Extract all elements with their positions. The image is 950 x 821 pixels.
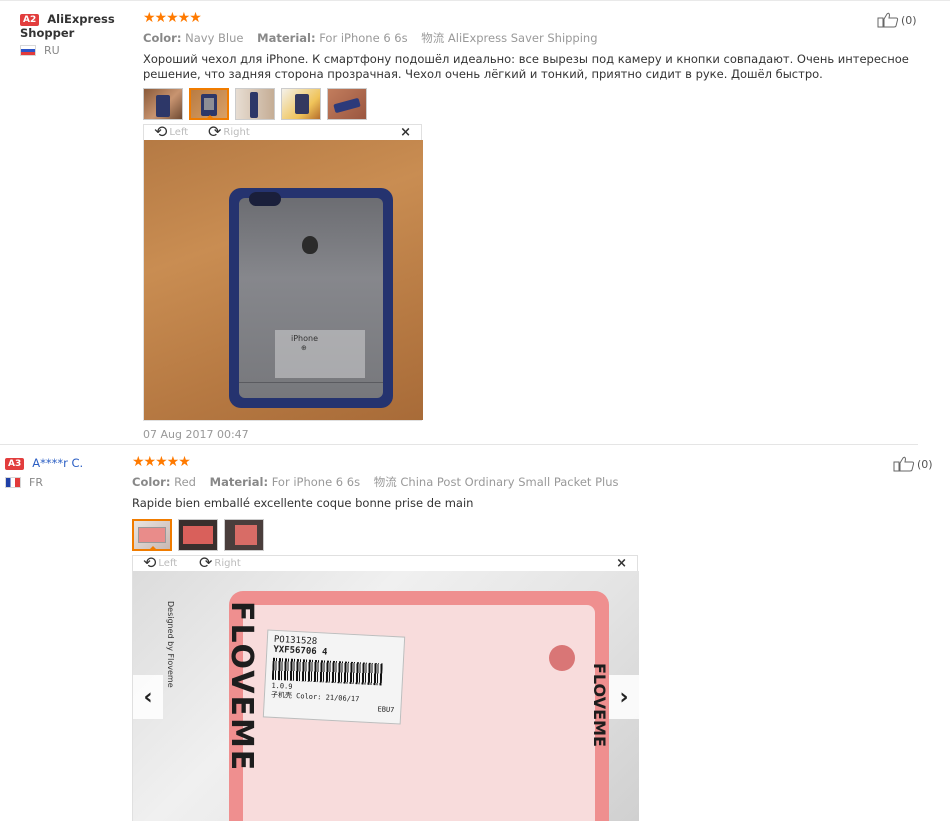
- helpful-count: (0): [901, 13, 917, 27]
- review-date: 07 Aug 2017 00:47: [143, 428, 249, 441]
- reviewer-country: FR: [5, 476, 130, 489]
- rotate-right-icon: ⟳: [208, 122, 222, 141]
- star-rating: ★★★★★: [132, 454, 191, 470]
- reviewer-info: A3 A****r C. FR: [5, 456, 130, 489]
- helpful-button[interactable]: (0): [893, 456, 933, 472]
- close-icon[interactable]: ×: [616, 556, 627, 571]
- photo-thumbnail[interactable]: [281, 88, 321, 120]
- review-photo[interactable]: FLOVEME Designed by Floveme FLOVEME PO13…: [133, 571, 639, 821]
- phone-model-subtext: ⊕: [301, 344, 307, 352]
- rotate-right-button[interactable]: ⟳ Right: [199, 553, 241, 572]
- photo-thumbnail[interactable]: [143, 88, 183, 120]
- barcode: [271, 657, 383, 686]
- color-value: Red: [174, 475, 196, 489]
- flag-icon: [20, 45, 36, 56]
- photo-thumbnail-active[interactable]: [132, 519, 172, 551]
- label-text: 子机壳 Color:: [270, 690, 322, 702]
- material-label: Material:: [257, 31, 316, 45]
- phone-label-sticker: [275, 330, 365, 378]
- flag-icon: [5, 477, 21, 488]
- reviewer-country: RU: [20, 44, 145, 57]
- shipping-value: AliExpress Saver Shipping: [447, 31, 598, 45]
- material-value: For iPhone 6 6s: [319, 31, 408, 45]
- photo-thumbnail[interactable]: [224, 519, 264, 551]
- photo-thumbnails: [132, 519, 912, 551]
- country-code: RU: [44, 44, 60, 57]
- phone-case: iPhone ⊕: [229, 188, 393, 408]
- photo-thumbnail[interactable]: [178, 519, 218, 551]
- level-badge: A3: [5, 458, 25, 470]
- reviewer-name-line2[interactable]: Shopper: [20, 26, 145, 40]
- thumbs-up-icon: [893, 456, 915, 472]
- shipping-label: 物流: [421, 31, 445, 45]
- photo-thumbnail[interactable]: [235, 88, 275, 120]
- photo-viewer-toolbar: ⟲ Left ⟳ Right ×: [133, 553, 637, 572]
- shipping-value: China Post Ordinary Small Packet Plus: [400, 475, 619, 489]
- review-content: ★★★★★ Color: Red Material: For iPhone 6 …: [132, 454, 912, 821]
- material-label: Material:: [209, 475, 269, 489]
- color-value: Navy Blue: [185, 31, 244, 45]
- review-photo[interactable]: iPhone ⊕: [144, 140, 423, 420]
- helpful-button[interactable]: (0): [877, 12, 917, 28]
- brand-text: FLOVEME: [224, 601, 259, 773]
- photo-thumbnail-active[interactable]: [189, 88, 229, 120]
- color-label: Color:: [143, 31, 182, 45]
- material-value: For iPhone 6 6s: [271, 475, 361, 489]
- chevron-left-icon: ‹: [143, 684, 153, 710]
- camera-cutout: [249, 192, 281, 206]
- photo-thumbnails: [143, 88, 923, 120]
- rotate-right-button[interactable]: ⟳ Right: [208, 122, 250, 141]
- chevron-right-icon: ›: [619, 684, 629, 710]
- product-attributes: Color: Navy Blue Material: For iPhone 6 …: [143, 30, 923, 46]
- helpful-count: (0): [917, 457, 933, 471]
- phone-back: iPhone ⊕: [239, 198, 383, 398]
- rotate-right-label: Right: [223, 126, 250, 138]
- review-text: Rapide bien emballé excellente coque bon…: [132, 496, 474, 510]
- level-badge: A2: [20, 14, 40, 26]
- review-text: Хороший чехол для iPhone. К смартфону по…: [143, 52, 909, 81]
- photo-viewer: ⟲ Left ⟳ Right × FLOVEME Designed by Flo…: [132, 553, 639, 821]
- close-icon[interactable]: ×: [400, 125, 411, 140]
- rotate-left-icon: ⟲: [143, 553, 157, 572]
- reviewer-name[interactable]: AliExpress: [47, 12, 114, 26]
- thumbs-up-icon: [877, 12, 899, 28]
- label-text: 21/06/17: [325, 693, 360, 704]
- review-item: A2 AliExpress Shopper RU ★★★★★ Color: Nav…: [0, 0, 950, 444]
- phone-band: [239, 382, 383, 383]
- rotate-left-label: Left: [158, 557, 178, 569]
- photo-viewer: ⟲ Left ⟳ Right × iPhone ⊕: [143, 122, 423, 421]
- next-photo-button[interactable]: ›: [609, 675, 639, 719]
- rotate-left-icon: ⟲: [154, 122, 168, 141]
- previous-photo-button[interactable]: ‹: [133, 675, 163, 719]
- photo-thumbnail[interactable]: [327, 88, 367, 120]
- photo-viewer-toolbar: ⟲ Left ⟳ Right ×: [144, 122, 421, 141]
- rotate-left-button[interactable]: ⟲ Left: [154, 122, 189, 141]
- color-label: Color:: [132, 475, 171, 489]
- star-rating: ★★★★★: [143, 10, 202, 26]
- product-attributes: Color: Red Material: For iPhone 6 6s 物流 …: [132, 474, 912, 490]
- review-item: A3 A****r C. FR ★★★★★ Color: Red Material…: [0, 444, 950, 821]
- reviewer-info: A2 AliExpress Shopper RU: [20, 12, 145, 57]
- rotate-right-icon: ⟳: [199, 553, 213, 572]
- barcode-label: PO131528 YXF56706 4 1.0.9 子机壳 Color: 21/…: [262, 629, 406, 725]
- shipping-label: 物流: [373, 475, 397, 489]
- phone-model-text: iPhone: [291, 334, 319, 343]
- rotate-right-label: Right: [214, 557, 241, 569]
- reviewer-name[interactable]: A****r C.: [32, 456, 83, 470]
- rotate-left-button[interactable]: ⟲ Left: [143, 553, 178, 572]
- brand-small-text: Designed by Floveme: [166, 601, 175, 688]
- review-content: ★★★★★ Color: Navy Blue Material: For iPh…: [143, 10, 923, 441]
- rotate-left-label: Left: [169, 126, 189, 138]
- apple-logo-icon: [302, 236, 318, 254]
- country-code: FR: [29, 476, 43, 489]
- brand-text-right: FLOVEME: [590, 663, 609, 747]
